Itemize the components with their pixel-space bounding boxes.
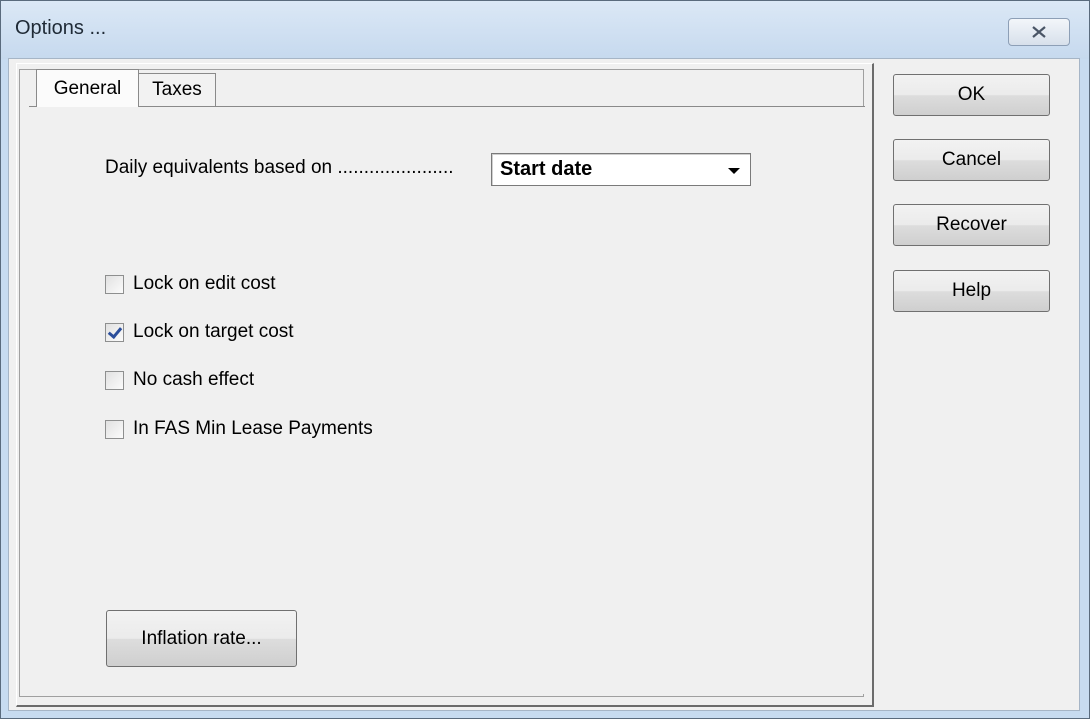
in-fas-min-lease-payments-row[interactable]: In FAS Min Lease Payments — [105, 415, 373, 443]
tab-panel-general — [29, 106, 865, 694]
tab-taxes[interactable]: Taxes — [139, 73, 216, 107]
lock-on-edit-cost-label: Lock on edit cost — [133, 273, 276, 294]
ok-button[interactable]: OK — [893, 74, 1050, 116]
lock-on-edit-cost-checkbox[interactable] — [105, 274, 124, 294]
lock-on-target-cost-label: Lock on target cost — [133, 321, 294, 342]
daily-equivalents-label: Daily equivalents based on .............… — [105, 157, 454, 178]
cancel-button[interactable]: Cancel — [893, 139, 1050, 181]
close-button[interactable] — [1008, 18, 1070, 46]
in-fas-min-lease-payments-checkbox[interactable] — [105, 419, 124, 439]
recover-button[interactable]: Recover — [893, 204, 1050, 246]
lock-on-target-cost-checkbox[interactable] — [105, 322, 124, 342]
no-cash-effect-row[interactable]: No cash effect — [105, 366, 254, 394]
inflation-rate-button[interactable]: Inflation rate... — [106, 610, 297, 667]
lock-on-edit-cost-row[interactable]: Lock on edit cost — [105, 270, 276, 298]
tab-general[interactable]: General — [36, 69, 139, 107]
window-title: Options ... — [15, 17, 107, 39]
daily-equivalents-value: Start date — [500, 158, 593, 180]
chevron-down-icon[interactable] — [728, 168, 740, 174]
title-bar[interactable]: Options ... — [1, 1, 1089, 59]
help-button[interactable]: Help — [893, 270, 1050, 312]
no-cash-effect-checkbox[interactable] — [105, 370, 124, 390]
lock-on-target-cost-row[interactable]: Lock on target cost — [105, 318, 294, 346]
close-icon — [1032, 26, 1046, 38]
daily-equivalents-select[interactable]: Start date — [491, 153, 751, 186]
in-fas-min-lease-payments-label: In FAS Min Lease Payments — [133, 418, 373, 439]
no-cash-effect-label: No cash effect — [133, 369, 255, 390]
